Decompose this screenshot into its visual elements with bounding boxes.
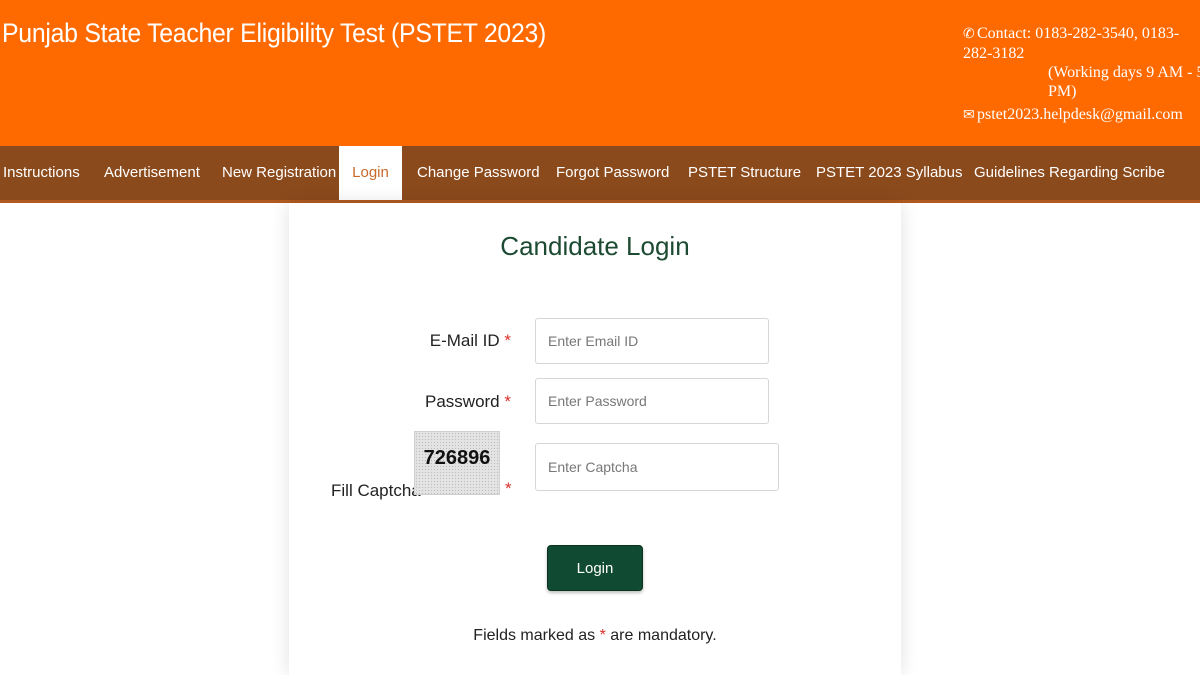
nav-guidelines-scribe[interactable]: Guidelines Regarding Scribe [974, 146, 1165, 200]
email-field[interactable] [535, 318, 769, 364]
password-field[interactable] [535, 378, 769, 424]
required-marker: * [504, 331, 511, 350]
nav-change-password[interactable]: Change Password [417, 146, 540, 200]
contact-info: ✆ Contact: 0183-282-3540, 0183-282-3182 (… [963, 24, 1200, 125]
login-button[interactable]: Login [547, 545, 643, 591]
login-title: Candidate Login [500, 231, 690, 261]
required-marker: * [504, 392, 511, 411]
envelope-icon: ✉ [963, 108, 975, 123]
nav-instructions[interactable]: Instructions [0, 146, 93, 200]
nav-pstet-structure[interactable]: PSTET Structure [688, 146, 801, 200]
nav-forgot-password[interactable]: Forgot Password [556, 146, 669, 200]
email-label: E-Mail ID * [429, 331, 511, 350]
nav-login[interactable]: Login [339, 146, 402, 200]
mandatory-note: Fields marked as * are mandatory. [473, 627, 717, 644]
helpdesk-email[interactable]: pstet2023.helpdesk@gmail.com [977, 106, 1183, 123]
captcha-required-marker: * [505, 479, 512, 498]
password-label: Password * [425, 392, 511, 411]
captcha-label: Fill Captcha [331, 481, 421, 500]
login-card: Candidate Login E-Mail ID * Password * F… [289, 203, 901, 675]
captcha-field[interactable] [535, 443, 779, 491]
main-nav: Instructions Advertisement New Registrat… [0, 146, 1200, 203]
phone-icon: ✆ [963, 27, 975, 42]
nav-new-registration[interactable]: New Registration [222, 146, 336, 200]
nav-pstet-syllabus[interactable]: PSTET 2023 Syllabus [816, 146, 962, 200]
contact-phones: Contact: 0183-282-3540, 0183-282-3182 [963, 25, 1180, 62]
captcha-image: 726896 [414, 431, 500, 495]
site-title: Punjab State Teacher Eligibility Test (P… [2, 18, 547, 48]
working-hours: (Working days 9 AM - 5 PM) [1048, 64, 1200, 100]
required-marker: * [599, 627, 606, 644]
nav-advertisement[interactable]: Advertisement [104, 146, 200, 200]
site-header: Punjab State Teacher Eligibility Test (P… [0, 0, 1200, 146]
